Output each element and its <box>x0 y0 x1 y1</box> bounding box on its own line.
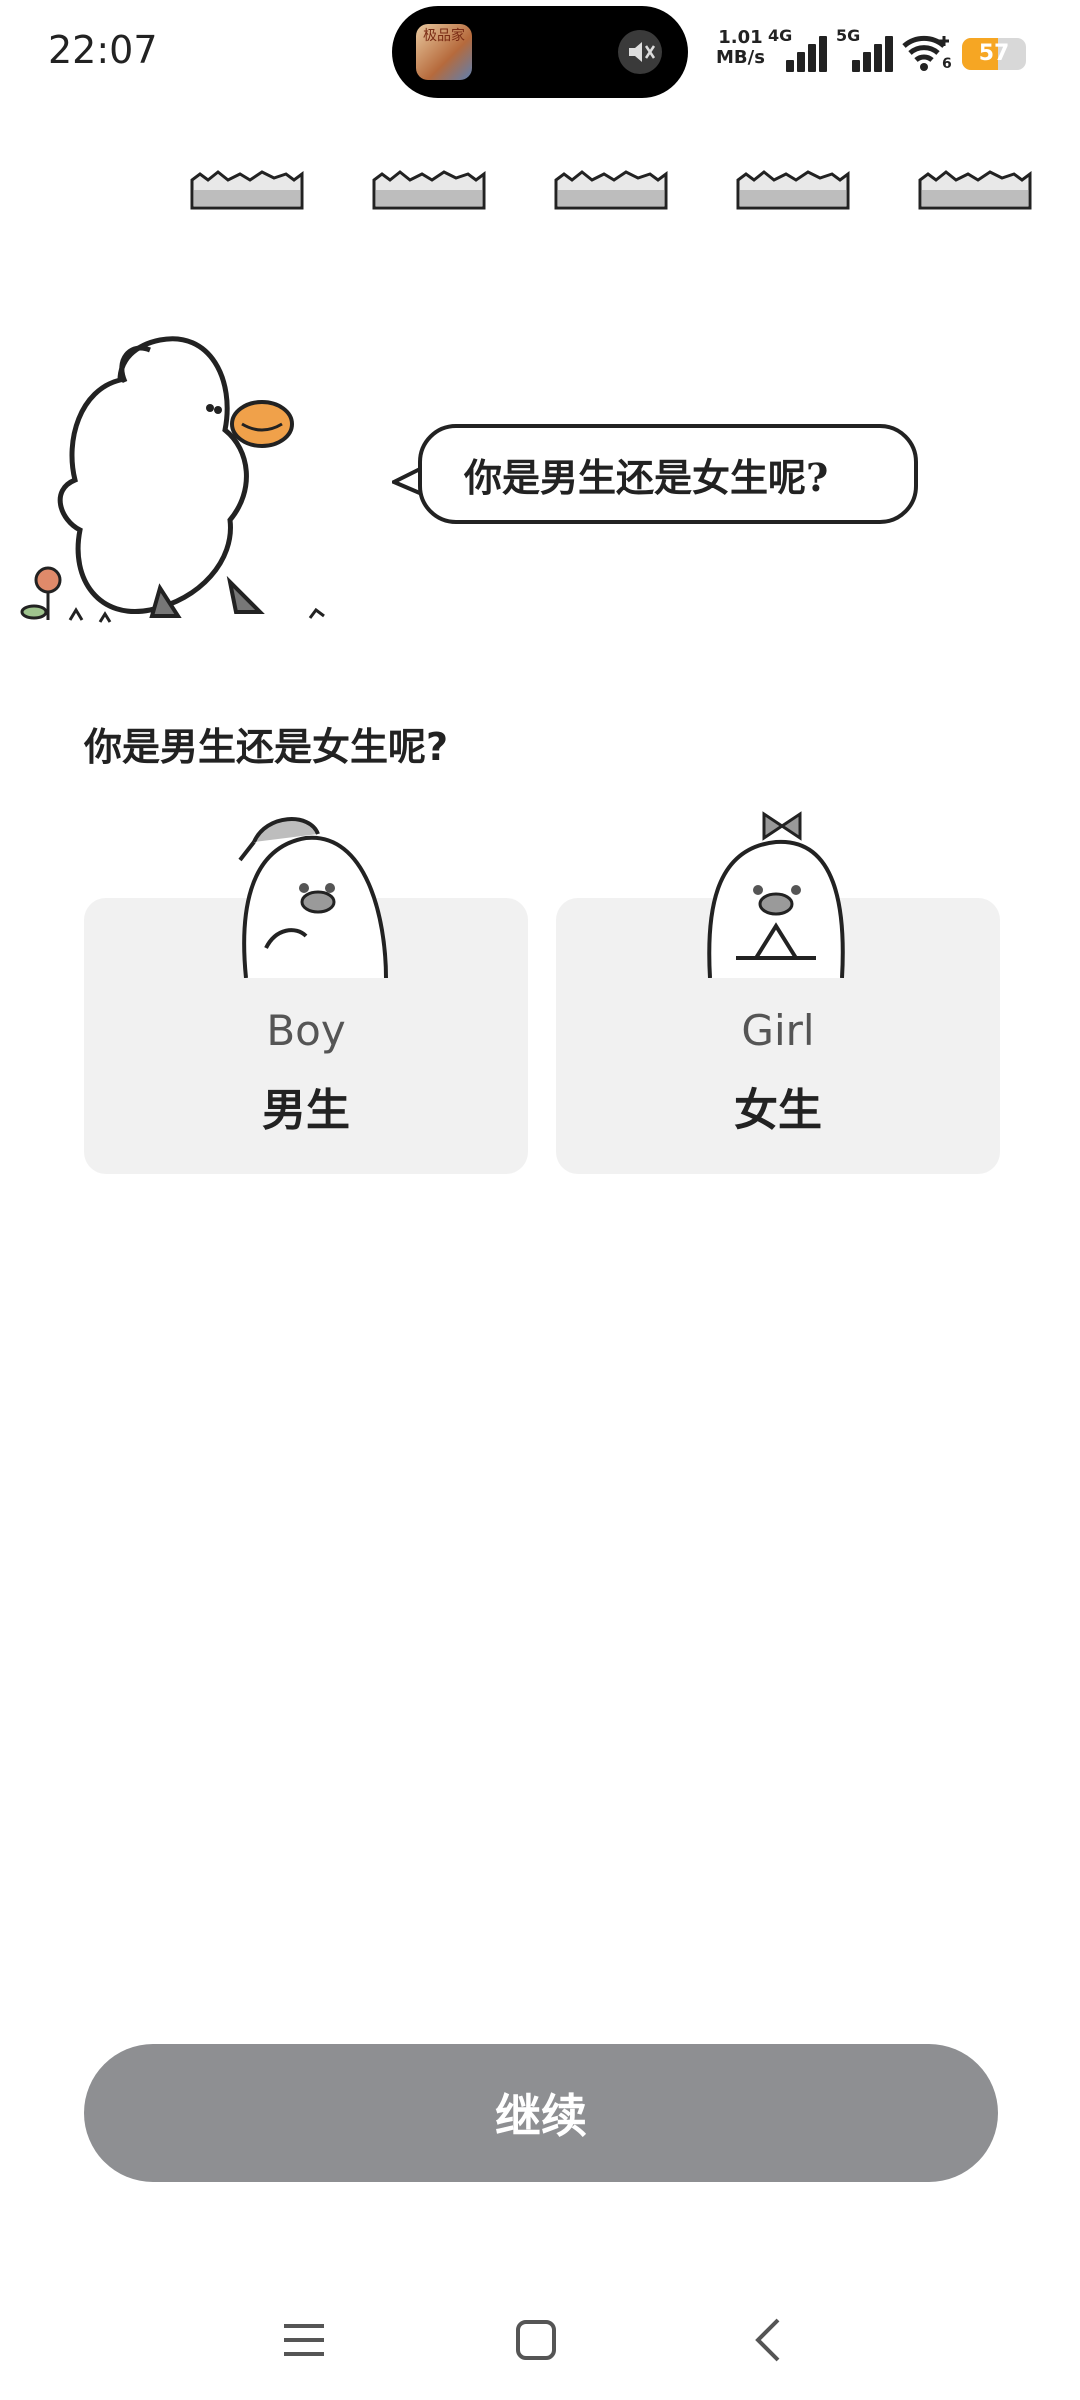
network-speed: 1.01 MB/s <box>716 28 765 68</box>
question-title: 你是男生还是女生呢? <box>84 725 449 769</box>
onboarding-progress <box>188 168 1034 218</box>
network-speed-unit: MB/s <box>716 47 765 68</box>
progress-segment-icon <box>554 170 668 210</box>
status-bar: 22:07 极品家 1.01 MB/s 4G 5G 6 57 <box>0 0 1080 110</box>
progress-segment-icon <box>190 170 304 210</box>
app-icon-text: 极品家 <box>423 28 465 44</box>
wifi-sub-label: 6 <box>942 56 952 72</box>
battery-level: 57 <box>978 41 1010 66</box>
speech-bubble: 你是男生还是女生呢? <box>418 424 918 524</box>
now-playing-app-icon[interactable]: 极品家 <box>416 24 472 80</box>
mute-icon[interactable] <box>618 30 662 74</box>
speech-bubble-text: 你是男生还是女生呢? <box>464 454 829 500</box>
continue-button[interactable]: 继续 <box>84 2044 998 2182</box>
menu-icon[interactable] <box>274 2310 334 2370</box>
signal-bars-icon <box>786 36 832 72</box>
progress-segment-icon <box>372 170 486 210</box>
option-english-label: Girl <box>741 1006 815 1055</box>
dynamic-island[interactable]: 极品家 <box>392 6 688 98</box>
home-icon[interactable] <box>506 2310 566 2370</box>
option-chinese-label: 女生 <box>734 1085 822 1136</box>
progress-segment-icon <box>736 170 850 210</box>
boy-character-icon <box>238 817 388 978</box>
signal-bars-icon <box>852 36 898 72</box>
clock: 22:07 <box>48 28 158 72</box>
option-chinese-label: 男生 <box>262 1085 350 1136</box>
back-icon[interactable] <box>740 2310 800 2370</box>
option-english-label: Boy <box>266 1006 346 1055</box>
duck-mascot-illustration <box>20 336 325 623</box>
girl-character-icon <box>707 811 845 978</box>
progress-segment-icon <box>918 170 1032 210</box>
network-speed-value: 1.01 <box>718 27 763 48</box>
wifi-icon: 6 <box>900 32 952 72</box>
battery-icon: 57 <box>962 38 1026 70</box>
